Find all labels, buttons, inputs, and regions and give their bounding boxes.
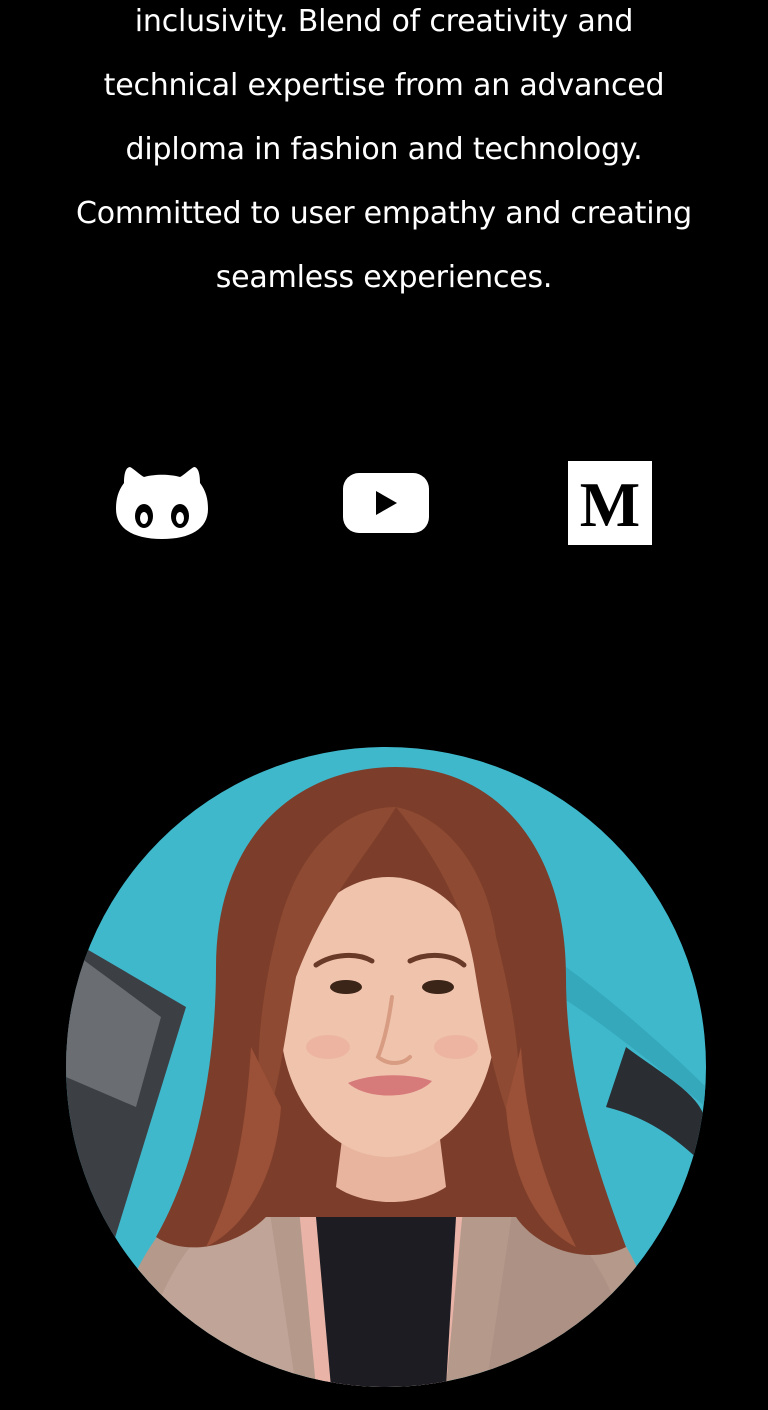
- github-link[interactable]: [114, 458, 210, 548]
- bio-line: technical expertise from an advanced: [103, 68, 665, 103]
- portrait-illustration: [66, 747, 706, 1387]
- youtube-link[interactable]: [340, 458, 432, 548]
- medium-letter: M: [579, 469, 641, 540]
- medium-link[interactable]: M: [566, 458, 654, 548]
- profile-photo: [66, 747, 706, 1387]
- social-links: M: [0, 458, 768, 548]
- bio-line: inclusivity. Blend of creativity and: [134, 4, 634, 39]
- bio-line: diploma in fashion and technology.: [125, 132, 643, 167]
- bio-line: Committed to user empathy and creating: [76, 196, 692, 231]
- medium-icon: M: [568, 461, 652, 545]
- bio-text: inclusivity. Blend of creativity and tec…: [0, 0, 768, 310]
- github-octocat-icon: [116, 467, 208, 539]
- bio-line: seamless experiences.: [215, 260, 553, 295]
- youtube-play-icon: [343, 473, 429, 533]
